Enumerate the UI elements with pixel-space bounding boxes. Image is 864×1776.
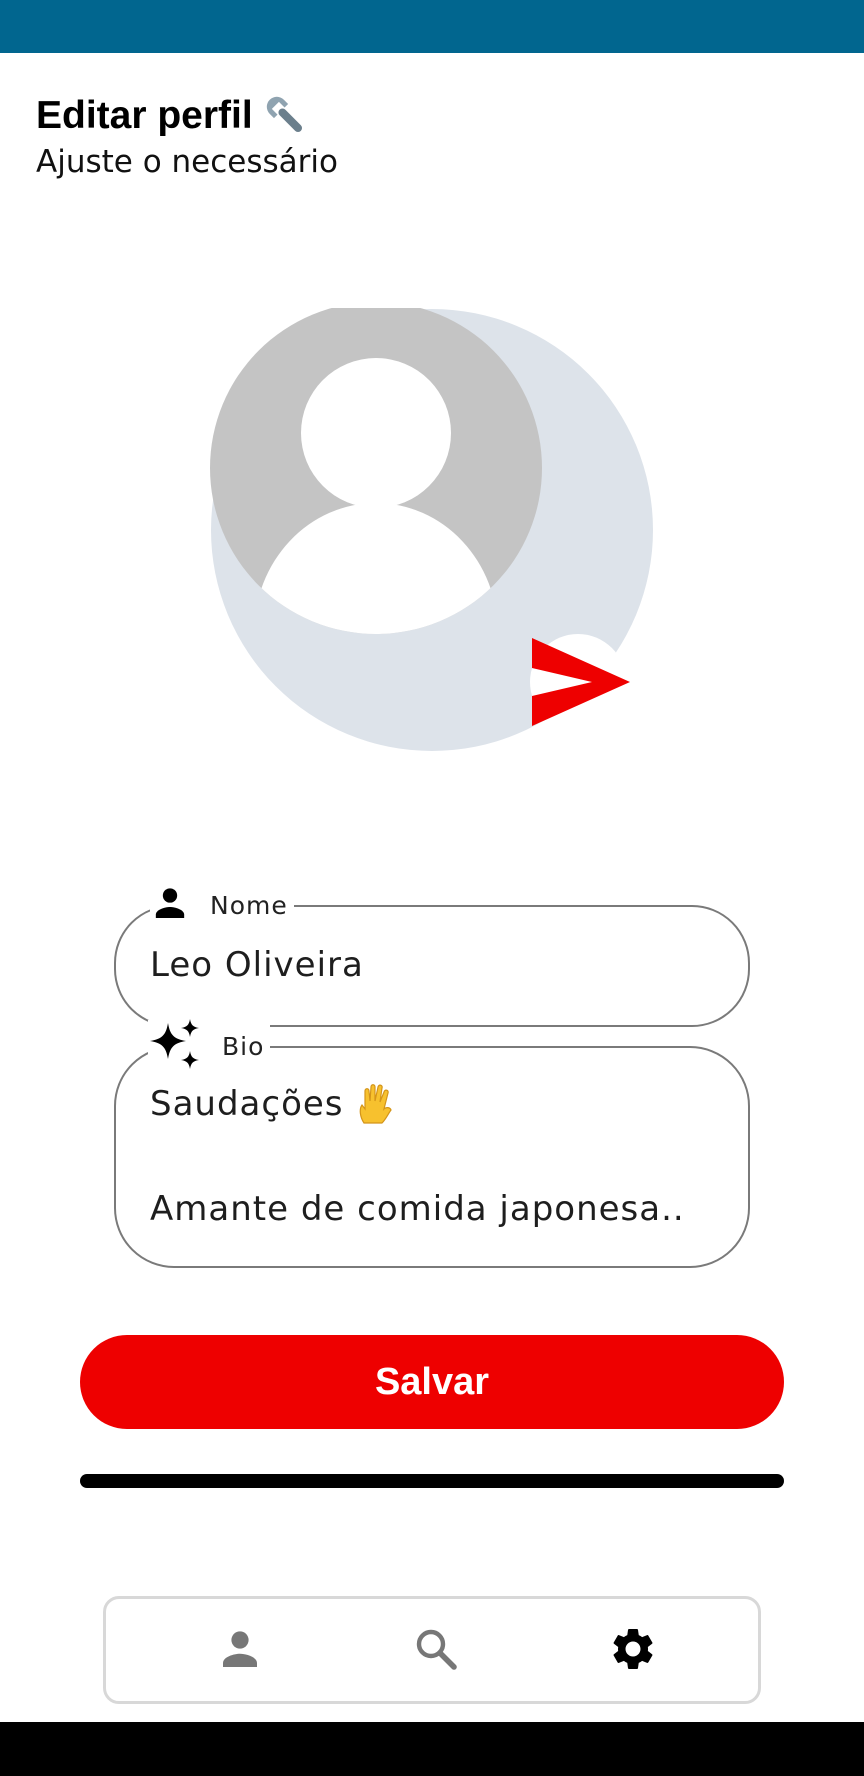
bio-line-2[interactable]: Amante de comida japonesa.. bbox=[150, 1189, 685, 1229]
bio-field-label: Bio bbox=[222, 1031, 265, 1061]
save-button[interactable]: Salvar bbox=[80, 1335, 784, 1429]
person-icon bbox=[150, 883, 190, 928]
gear-icon bbox=[613, 1629, 653, 1669]
nav-profile[interactable] bbox=[212, 1621, 268, 1677]
page-title: Editar perfil bbox=[36, 94, 253, 137]
wrench-icon bbox=[263, 93, 309, 139]
vulcan-salute-icon bbox=[356, 1083, 396, 1125]
bio-line-1-text: Saudações bbox=[150, 1084, 344, 1124]
nav-search[interactable] bbox=[408, 1621, 464, 1677]
page-header: Editar perfil Ajuste o necessário bbox=[36, 92, 338, 182]
progress-bar bbox=[80, 1474, 784, 1488]
page-subtitle: Ajuste o necessário bbox=[36, 144, 338, 180]
bio-field-legend: Bio bbox=[148, 1018, 271, 1072]
page-title-row: Editar perfil bbox=[36, 92, 338, 140]
bottom-navigation bbox=[103, 1596, 761, 1704]
edit-avatar-button[interactable] bbox=[522, 632, 636, 732]
save-button-label: Salvar bbox=[374, 1360, 490, 1403]
bio-field[interactable] bbox=[114, 1046, 750, 1268]
person-icon bbox=[223, 1631, 257, 1667]
name-field-value[interactable]: Leo Oliveira bbox=[150, 945, 364, 985]
search-icon bbox=[416, 1629, 457, 1670]
name-field-label: Nome bbox=[210, 890, 288, 920]
nav-settings[interactable] bbox=[605, 1621, 661, 1677]
status-bar bbox=[0, 0, 864, 53]
name-field-legend: Nome bbox=[150, 882, 294, 928]
system-navigation-bar bbox=[0, 1722, 864, 1776]
sparkles-icon bbox=[148, 1017, 202, 1076]
bio-line-1[interactable]: Saudações bbox=[150, 1083, 396, 1125]
